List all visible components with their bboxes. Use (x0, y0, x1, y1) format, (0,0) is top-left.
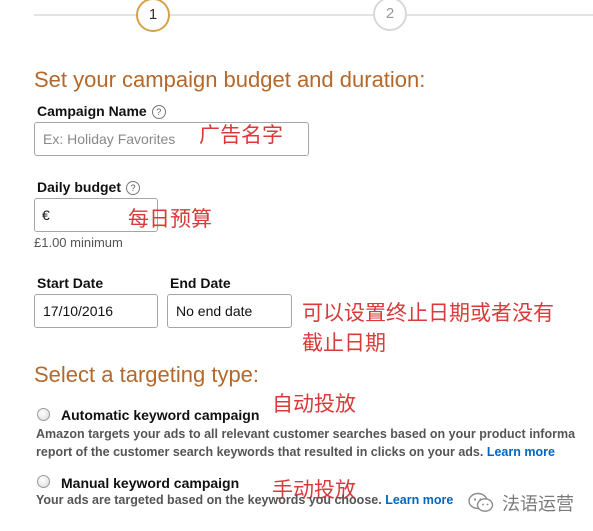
help-icon[interactable]: ? (151, 105, 166, 119)
targeting-title: Select a targeting type: (34, 362, 260, 387)
help-icon[interactable]: ? (126, 181, 141, 195)
stepper-line-left (34, 14, 136, 16)
automatic-description-text: report of the customer search keywords t… (36, 445, 484, 459)
campaign-name-annotation: 广告名字 (199, 123, 283, 147)
automatic-learn-more-link[interactable]: Learn more (487, 445, 555, 459)
manual-keyword-radio[interactable] (37, 475, 50, 488)
end-date-annotation-line1: 可以设置终止日期或者没有 (302, 301, 554, 325)
automatic-keyword-radio[interactable] (37, 408, 50, 421)
daily-budget-annotation: 每日预算 (128, 207, 212, 231)
stepper-line-middle (170, 14, 373, 16)
start-date-value: 17/10/2016 (43, 303, 114, 319)
end-date-value: No end date (176, 303, 253, 319)
end-date-input[interactable]: No end date (167, 294, 292, 328)
watermark: 法语运营 (468, 488, 593, 518)
campaign-name-label-text: Campaign Name (37, 103, 147, 119)
start-date-label: Start Date (37, 275, 104, 291)
automatic-keyword-label[interactable]: Automatic keyword campaign (61, 407, 259, 423)
campaign-name-placeholder: Ex: Holiday Favorites (43, 131, 176, 147)
daily-budget-value: € (42, 207, 50, 223)
step-2-indicator[interactable]: 2 (373, 0, 407, 31)
end-date-annotation-line2: 截止日期 (302, 331, 386, 355)
automatic-description-line2: report of the customer search keywords t… (36, 445, 555, 459)
watermark-text: 法语运营 (502, 494, 574, 515)
daily-budget-label: Daily budget? (37, 179, 141, 195)
manual-learn-more-link[interactable]: Learn more (385, 493, 453, 507)
manual-description-text: Your ads are targeted based on the keywo… (36, 493, 382, 507)
campaign-name-label: Campaign Name? (37, 103, 166, 119)
manual-description: Your ads are targeted based on the keywo… (36, 493, 453, 507)
step-1-indicator: 1 (136, 0, 170, 32)
manual-keyword-label[interactable]: Manual keyword campaign (61, 475, 239, 491)
end-date-label: End Date (170, 275, 231, 291)
daily-budget-minimum: £1.00 minimum (34, 235, 123, 250)
wechat-icon (468, 492, 494, 512)
automatic-description-line1: Amazon targets your ads to all relevant … (36, 427, 576, 441)
page-title: Set your campaign budget and duration: (34, 67, 426, 92)
automatic-annotation: 自动投放 (272, 392, 356, 416)
start-date-input[interactable]: 17/10/2016 (34, 294, 158, 328)
stepper-line-right (407, 14, 593, 16)
daily-budget-label-text: Daily budget (37, 179, 122, 195)
